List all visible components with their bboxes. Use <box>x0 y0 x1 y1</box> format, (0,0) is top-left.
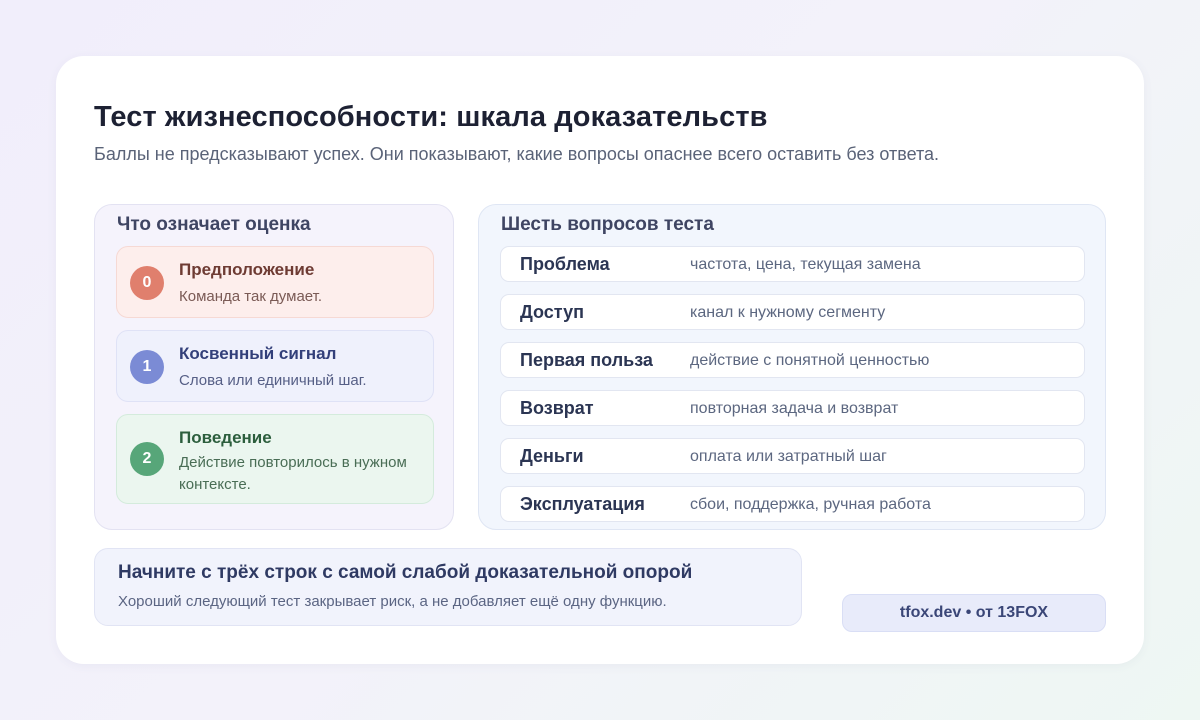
question-row-first-value: Первая польза действие с понятной ценнос… <box>500 342 1085 378</box>
score-level-1: 1 Косвенный сигнал Слова или единичный ш… <box>116 330 434 402</box>
question-description: оплата или затратный шаг <box>690 448 887 465</box>
recommendation-text: Хороший следующий тест закрывает риск, а… <box>118 593 667 610</box>
main-card: Тест жизнеспособности: шкала доказательс… <box>56 56 1144 664</box>
recommendation-title: Начните с трёх строк с самой слабой дока… <box>118 562 693 583</box>
question-row-money: Деньги оплата или затратный шаг <box>500 438 1085 474</box>
score-level-name: Косвенный сигнал <box>179 344 337 363</box>
brand-badge: tfox.dev • от 13FOX <box>842 594 1106 632</box>
question-description: повторная задача и возврат <box>690 400 899 417</box>
question-row-problem: Проблема частота, цена, текущая замена <box>500 246 1085 282</box>
question-row-return: Возврат повторная задача и возврат <box>500 390 1085 426</box>
question-name: Деньги <box>520 446 584 466</box>
score-level-name: Предположение <box>179 260 315 279</box>
question-row-access: Доступ канал к нужному сегменту <box>500 294 1085 330</box>
question-name: Эксплуатация <box>520 494 645 514</box>
questions-panel: Шесть вопросов теста Проблема частота, ц… <box>478 204 1106 530</box>
score-panel-title: Что означает оценка <box>117 214 311 235</box>
score-level-2: 2 Поведение Действие повторилось в нужно… <box>116 414 434 504</box>
score-level-0: 0 Предположение Команда так думает. <box>116 246 434 318</box>
page-title: Тест жизнеспособности: шкала доказательс… <box>94 101 768 133</box>
score-meaning-panel: Что означает оценка 0 Предположение Кома… <box>94 204 454 530</box>
recommendation-callout: Начните с трёх строк с самой слабой дока… <box>94 548 802 626</box>
score-badge-0: 0 <box>130 266 164 300</box>
question-row-operations: Эксплуатация сбои, поддержка, ручная раб… <box>500 486 1085 522</box>
score-level-name: Поведение <box>179 428 272 447</box>
score-level-description: Действие повторилось в нужном контексте. <box>179 454 407 493</box>
questions-panel-title: Шесть вопросов теста <box>501 214 714 235</box>
question-description: действие с понятной ценностью <box>690 352 930 369</box>
page-subtitle: Баллы не предсказывают успех. Они показы… <box>94 144 940 164</box>
score-badge-2: 2 <box>130 442 164 476</box>
question-name: Возврат <box>520 398 594 418</box>
question-description: частота, цена, текущая замена <box>690 256 921 273</box>
question-description: сбои, поддержка, ручная работа <box>690 496 931 513</box>
question-name: Проблема <box>520 254 610 274</box>
question-name: Первая польза <box>520 350 653 370</box>
score-level-description: Команда так думает. <box>179 288 323 305</box>
question-description: канал к нужному сегменту <box>690 304 886 321</box>
score-badge-1: 1 <box>130 350 164 384</box>
score-level-description: Слова или единичный шаг. <box>179 372 367 389</box>
question-name: Доступ <box>520 302 584 322</box>
